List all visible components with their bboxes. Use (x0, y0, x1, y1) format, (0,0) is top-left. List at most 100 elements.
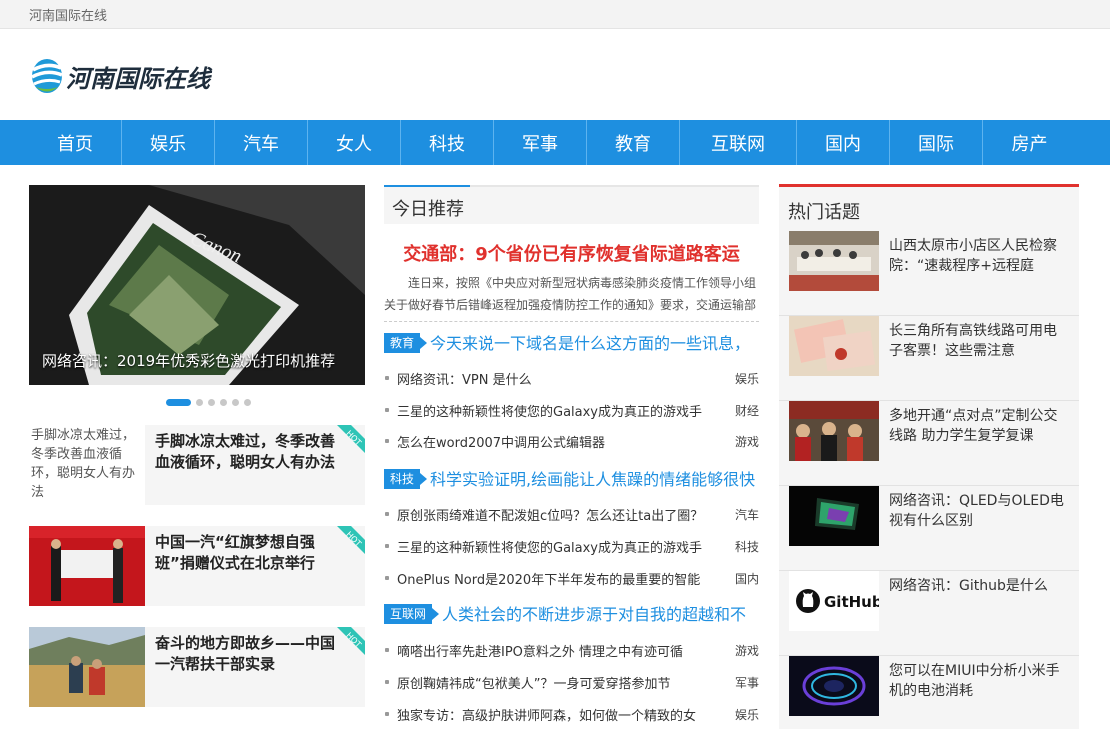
site-logo[interactable]: 河南国际在线 (30, 51, 210, 101)
nav-item-internet[interactable]: 互联网 (680, 120, 797, 165)
category-tag[interactable]: 教育 (384, 333, 428, 353)
headline-summary: 连日来，按照《中央应对新型冠状病毒感染肺炎疫情工作领导小组关于做好春节后错峰返程… (384, 276, 757, 312)
featured-slider[interactable]: Canon 网络咨讯：2019年优秀彩色激光打印机推荐 (29, 185, 365, 385)
top-bar: 河南国际在线 (0, 0, 1110, 29)
bullet-icon (385, 408, 389, 412)
category-tag[interactable]: 科技 (384, 469, 428, 489)
topic-item[interactable]: 多地开通“点对点”定制公交线路 助力学生复学复课 (779, 401, 1079, 486)
nav-item-education[interactable]: 教育 (587, 120, 680, 165)
topic-item[interactable]: GitHub 网络咨讯：Github是什么 (779, 571, 1079, 656)
list-item-link[interactable]: 三星的这种新颖性将使您的Galaxy成为真正的游戏手 (397, 401, 727, 420)
hot-topics-title: 热门话题 (788, 202, 860, 223)
topic-item[interactable]: 山西太原市小店区人民检察院：“速裁程序+远程庭 (779, 231, 1079, 316)
category-lead-link[interactable]: 今天来说一下域名是什么这方面的一些讯息， (430, 330, 760, 354)
list-item[interactable]: OnePlus Nord是2020年下半年发布的最重要的智能 国内 (384, 568, 759, 588)
slider-dot-3[interactable] (208, 399, 215, 406)
topic-title[interactable]: 长三角所有高铁线路可用电子客票！这些需注意 (889, 321, 1069, 361)
topic-item[interactable]: 网络咨讯：QLED与OLED电视有什么区别 (779, 486, 1079, 571)
topic-item[interactable]: 长三角所有高铁线路可用电子客票！这些需注意 (779, 316, 1079, 401)
hot-card-title[interactable]: 奋斗的地方即故乡——中国一汽帮扶干部实录 (155, 633, 341, 675)
category-lead-link[interactable]: 人类社会的不断进步源于对自我的超越和不 (442, 601, 772, 625)
slider-dot-4[interactable] (220, 399, 227, 406)
list-item-link[interactable]: 网络资讯：VPN 是什么 (397, 369, 727, 388)
hot-card-image: 手脚冰凉太难过，冬季改善血液循环，聪明女人有办法 (29, 425, 145, 505)
list-item-link[interactable]: 三星的这种新颖性将使您的Galaxy成为真正的游戏手 (397, 537, 727, 556)
topic-item[interactable]: 您可以在MIUI中分析小米手机的电池消耗 (779, 656, 1079, 734)
nav-item-home[interactable]: 首页 (29, 120, 122, 165)
list-item-link[interactable]: 嘀嗒出行率先赴港IPO意料之外 情理之中有迹可循 (397, 641, 727, 660)
list-item-category[interactable]: 娱乐 (735, 370, 759, 387)
list-item[interactable]: 原创鞠婧祎成“包袱美人”？一身可爱穿搭参加节 军事 (384, 672, 759, 692)
list-item[interactable]: 独家专访：高级护肤讲师阿森，如何做一个精致的女 娱乐 (384, 704, 759, 724)
list-item[interactable]: 嘀嗒出行率先赴港IPO意料之外 情理之中有迹可循 游戏 (384, 640, 759, 660)
slider-caption[interactable]: 网络咨讯：2019年优秀彩色激光打印机推荐 (42, 350, 335, 371)
category-tag[interactable]: 互联网 (384, 604, 440, 624)
nav-item-military[interactable]: 军事 (494, 120, 587, 165)
slider-dot-5[interactable] (232, 399, 239, 406)
bullet-icon (385, 680, 389, 684)
hot-card[interactable]: 中国一汽“红旗梦想自强班”捐赠仪式在北京举行 HOT (29, 526, 365, 606)
hot-card[interactable]: 奋斗的地方即故乡——中国一汽帮扶干部实录 HOT (29, 627, 365, 707)
list-item-link[interactable]: 怎么在word2007中调用公式编辑器 (397, 432, 727, 451)
bullet-icon (385, 648, 389, 652)
list-item[interactable]: 三星的这种新颖性将使您的Galaxy成为真正的游戏手 财经 (384, 400, 759, 420)
topic-title[interactable]: 网络咨讯：Github是什么 (889, 576, 1069, 596)
slider-dot-6[interactable] (244, 399, 251, 406)
hot-card-image (29, 526, 145, 606)
bullet-icon (385, 512, 389, 516)
list-item[interactable]: 原创张雨绮难道不配泼姐c位吗？怎么还让ta出了圈？ 汽车 (384, 504, 759, 524)
slider-dot-1[interactable] (166, 399, 191, 406)
list-item-link[interactable]: 独家专访：高级护肤讲师阿森，如何做一个精致的女 (397, 705, 727, 724)
category-row: 互联网 人类社会的不断进步源于对自我的超越和不 (384, 604, 759, 626)
topic-title[interactable]: 多地开通“点对点”定制公交线路 助力学生复学复课 (889, 406, 1069, 446)
bullet-icon (385, 712, 389, 716)
bullet-icon (385, 576, 389, 580)
section-title: 今日推荐 (392, 199, 464, 220)
list-item-category[interactable]: 军事 (735, 674, 759, 691)
list-item-category[interactable]: 财经 (735, 402, 759, 419)
slider-dot-2[interactable] (196, 399, 203, 406)
nav-item-tech[interactable]: 科技 (401, 120, 494, 165)
topic-title[interactable]: 山西太原市小店区人民检察院：“速裁程序+远程庭 (889, 236, 1069, 276)
list-item-category[interactable]: 科技 (735, 538, 759, 555)
nav-item-auto[interactable]: 汽车 (215, 120, 308, 165)
list-item-category[interactable]: 游戏 (735, 642, 759, 659)
hot-card-image (29, 627, 145, 707)
svg-text:GitHub: GitHub (824, 593, 879, 611)
bullet-icon (385, 544, 389, 548)
hot-card[interactable]: 手脚冰凉太难过，冬季改善血液循环，聪明女人有办法 手脚冰凉太难过，冬季改善血液循… (29, 425, 365, 505)
list-item[interactable]: 三星的这种新颖性将使您的Galaxy成为真正的游戏手 科技 (384, 536, 759, 556)
hot-badge-icon: HOT (331, 526, 365, 560)
nav-item-property[interactable]: 房产 (983, 120, 1076, 165)
list-item-category[interactable]: 国内 (735, 570, 759, 587)
nav-item-entertainment[interactable]: 娱乐 (122, 120, 215, 165)
hot-topics-panel: 热门话题 山西太原市小店区人民检察院：“速裁程序+远程庭 长三角所有高铁线路可用… (779, 184, 1079, 729)
broken-image-alt: 手脚冰凉太难过，冬季改善血液循环，聪明女人有办法 (31, 428, 136, 500)
nav-item-international[interactable]: 国际 (890, 120, 983, 165)
slider-dots (166, 399, 251, 406)
header-accent-line (384, 185, 470, 187)
nav-item-women[interactable]: 女人 (308, 120, 401, 165)
bullet-icon (385, 376, 389, 380)
nav-item-domestic[interactable]: 国内 (797, 120, 890, 165)
hot-card-title[interactable]: 中国一汽“红旗梦想自强班”捐赠仪式在北京举行 (155, 532, 341, 574)
bullet-icon (385, 439, 389, 443)
list-item-link[interactable]: 原创鞠婧祎成“包袱美人”？一身可爱穿搭参加节 (397, 673, 727, 692)
hot-card-title[interactable]: 手脚冰凉太难过，冬季改善血液循环，聪明女人有办法 (155, 431, 341, 473)
headline-link[interactable]: 交通部：9个省份已有序恢复省际道路客运 (384, 240, 759, 266)
site-name-text[interactable]: 河南国际在线 (29, 5, 107, 24)
list-item-category[interactable]: 娱乐 (735, 706, 759, 723)
list-item-category[interactable]: 游戏 (735, 433, 759, 450)
topic-title[interactable]: 网络咨讯：QLED与OLED电视有什么区别 (889, 491, 1069, 531)
today-section-header: 今日推荐 (384, 185, 759, 224)
topic-image (789, 486, 879, 546)
list-item[interactable]: 怎么在word2007中调用公式编辑器 游戏 (384, 431, 759, 451)
list-item[interactable]: 网络资讯：VPN 是什么 娱乐 (384, 368, 759, 388)
category-lead-link[interactable]: 科学实验证明,绘画能让人焦躁的情绪能够很快 (430, 466, 760, 490)
main-nav: 首页 娱乐 汽车 女人 科技 军事 教育 互联网 国内 国际 房产 (0, 120, 1110, 165)
list-item-link[interactable]: OnePlus Nord是2020年下半年发布的最重要的智能 (397, 569, 727, 588)
topic-image (789, 656, 879, 716)
list-item-link[interactable]: 原创张雨绮难道不配泼姐c位吗？怎么还让ta出了圈？ (397, 505, 727, 524)
topic-title[interactable]: 您可以在MIUI中分析小米手机的电池消耗 (889, 661, 1069, 701)
list-item-category[interactable]: 汽车 (735, 506, 759, 523)
